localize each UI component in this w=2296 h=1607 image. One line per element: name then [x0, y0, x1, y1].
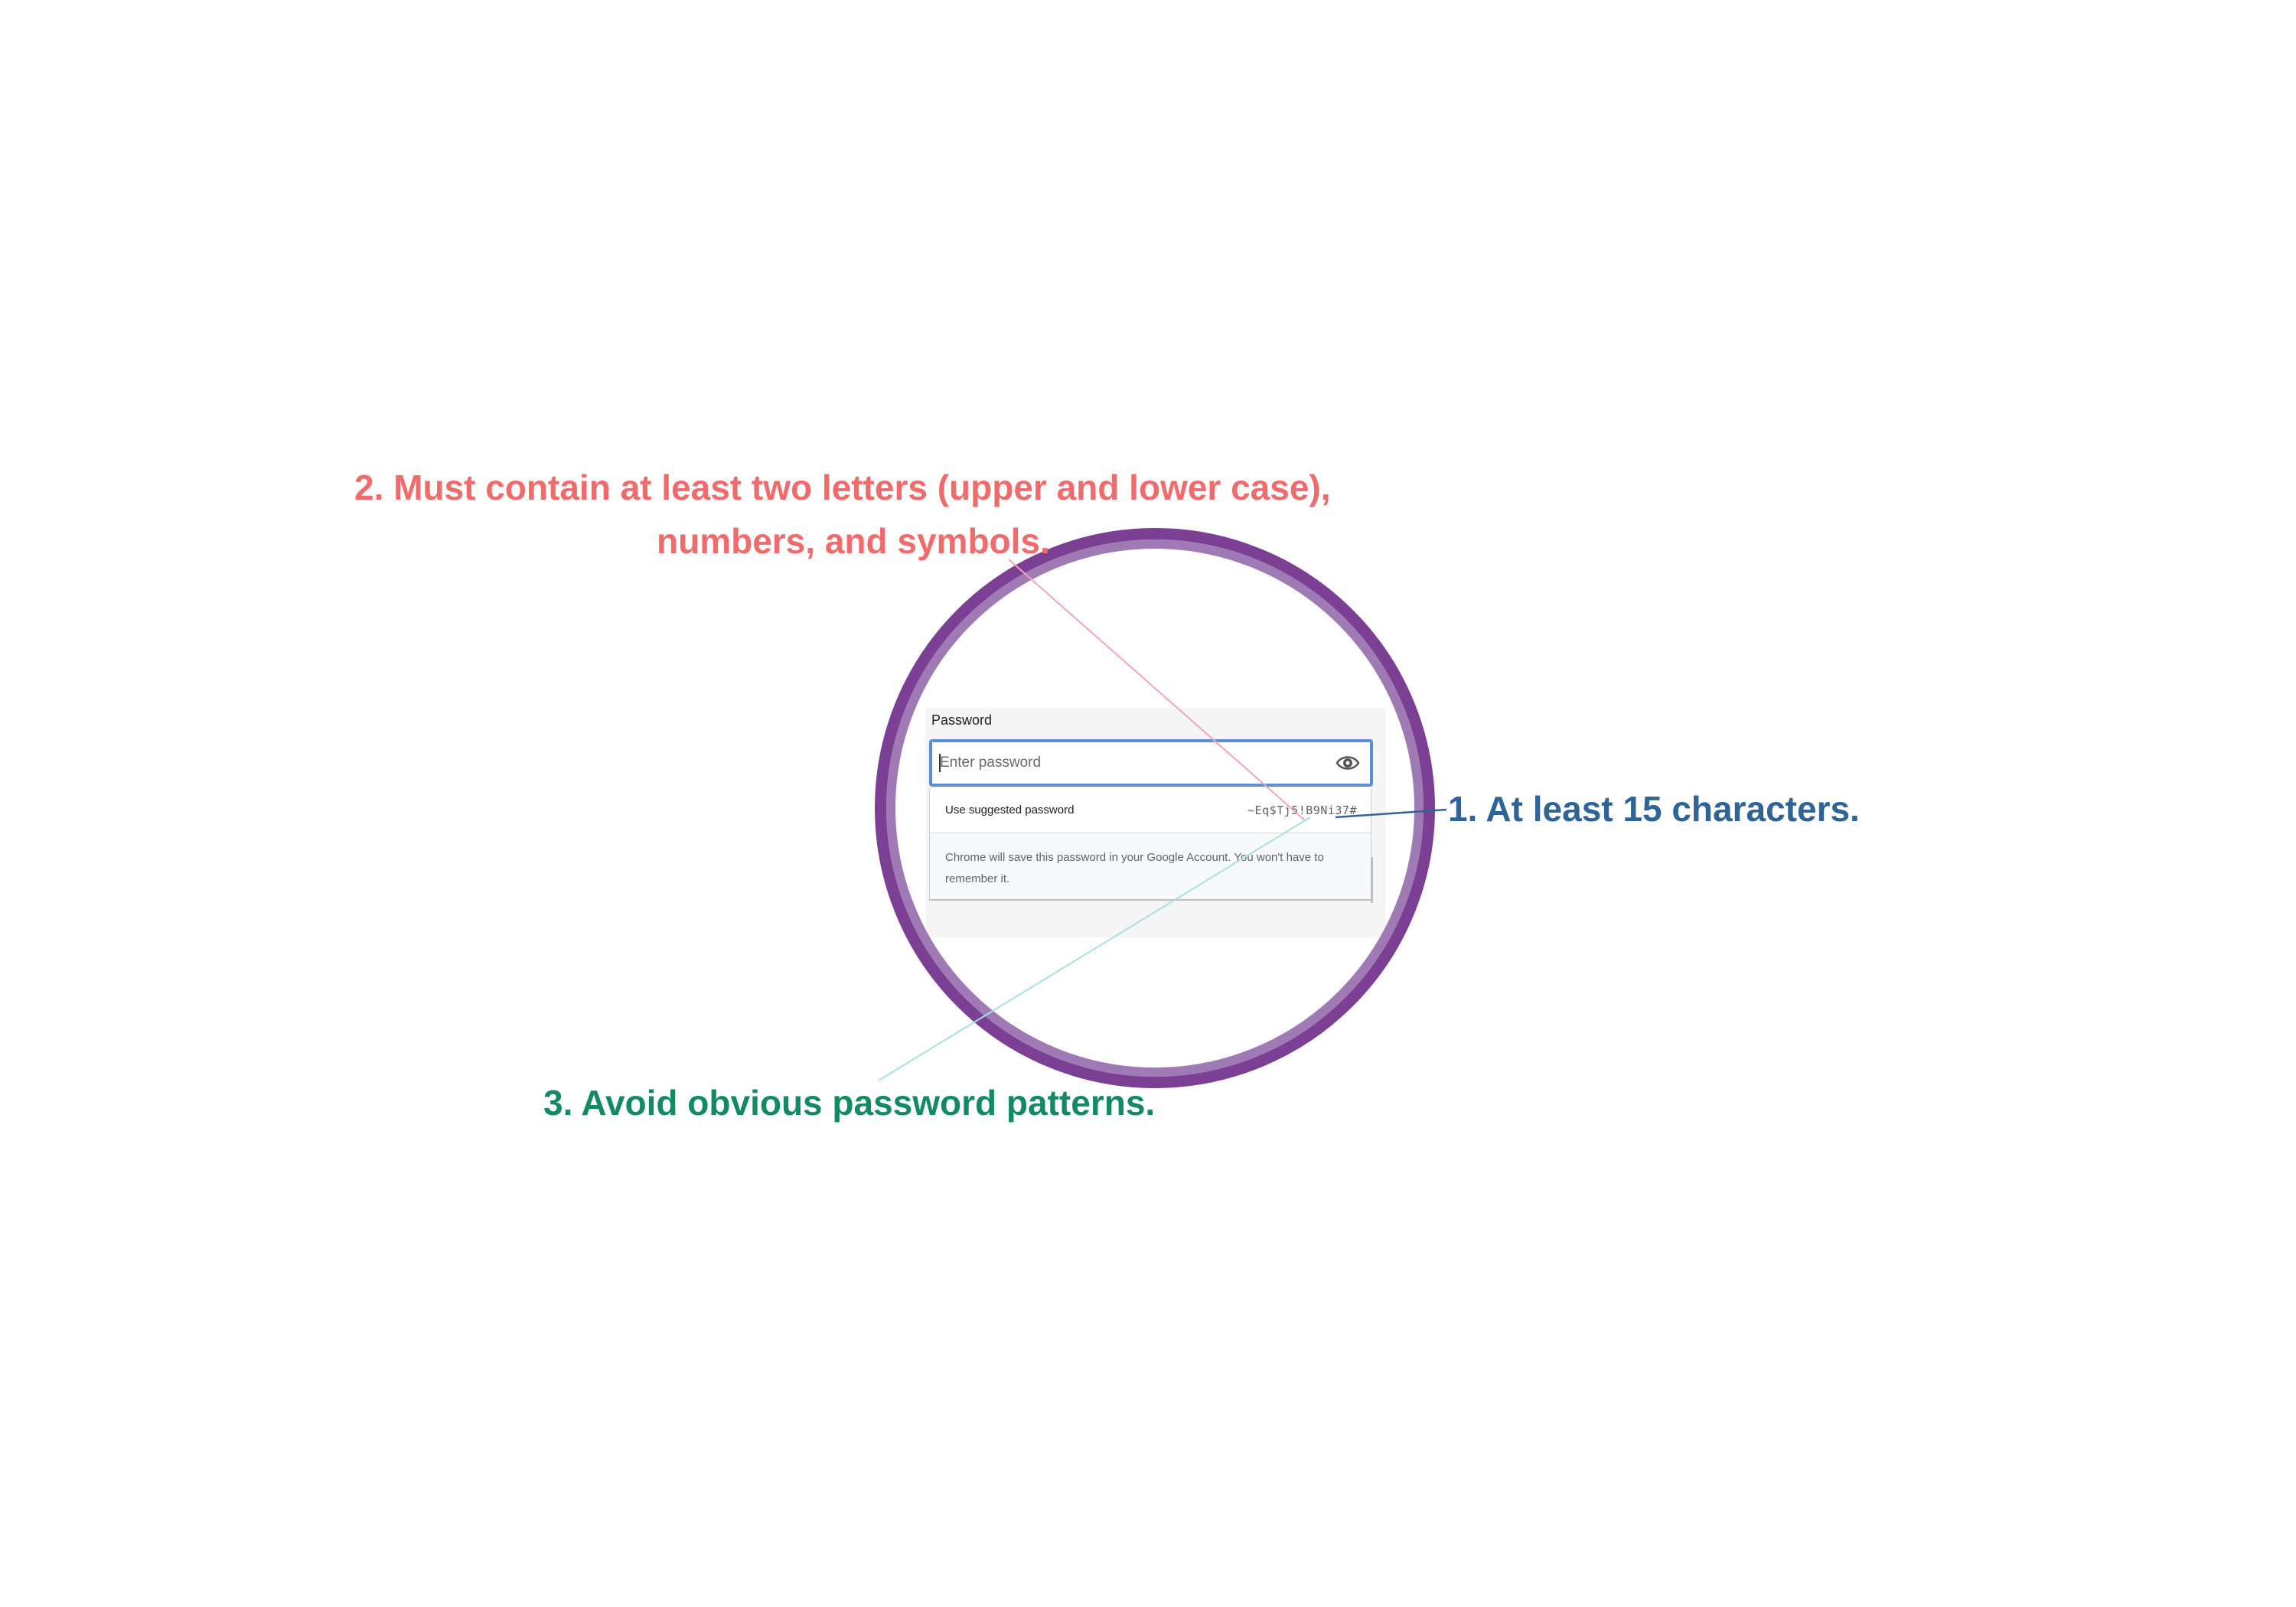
eye-icon[interactable] [1336, 751, 1360, 774]
password-field-label: Password [931, 712, 993, 728]
use-suggested-password-option[interactable]: Use suggested password ~Eq$Tj5!B9Ni37# [930, 788, 1371, 833]
password-suggestion-dropdown: Use suggested password ~Eq$Tj5!B9Ni37# C… [929, 788, 1371, 901]
callout-tip-2-line-1: 2. Must contain at least two letters (up… [354, 468, 1331, 507]
text-caret [939, 754, 941, 772]
magnifier-lens: Password Use suggested password ~Eq$Tj5!… [875, 528, 1435, 1088]
panel-edge-divider [1371, 857, 1373, 903]
suggestion-label: Use suggested password [945, 804, 1075, 817]
save-password-note-text: Chrome will save this password in your G… [945, 851, 1324, 885]
canvas: Password Use suggested password ~Eq$Tj5!… [0, 0, 2296, 1607]
save-password-note: Chrome will save this password in your G… [930, 833, 1371, 899]
callout-tip-1: 1. At least 15 characters. [1448, 789, 1860, 829]
callout-tip-3: 3. Avoid obvious password patterns. [543, 1083, 1156, 1123]
suggested-password-value: ~Eq$Tj5!B9Ni37# [1247, 804, 1357, 817]
callout-tip-2-line-2: numbers, and symbols. [657, 521, 1050, 561]
password-input[interactable] [929, 739, 1373, 787]
